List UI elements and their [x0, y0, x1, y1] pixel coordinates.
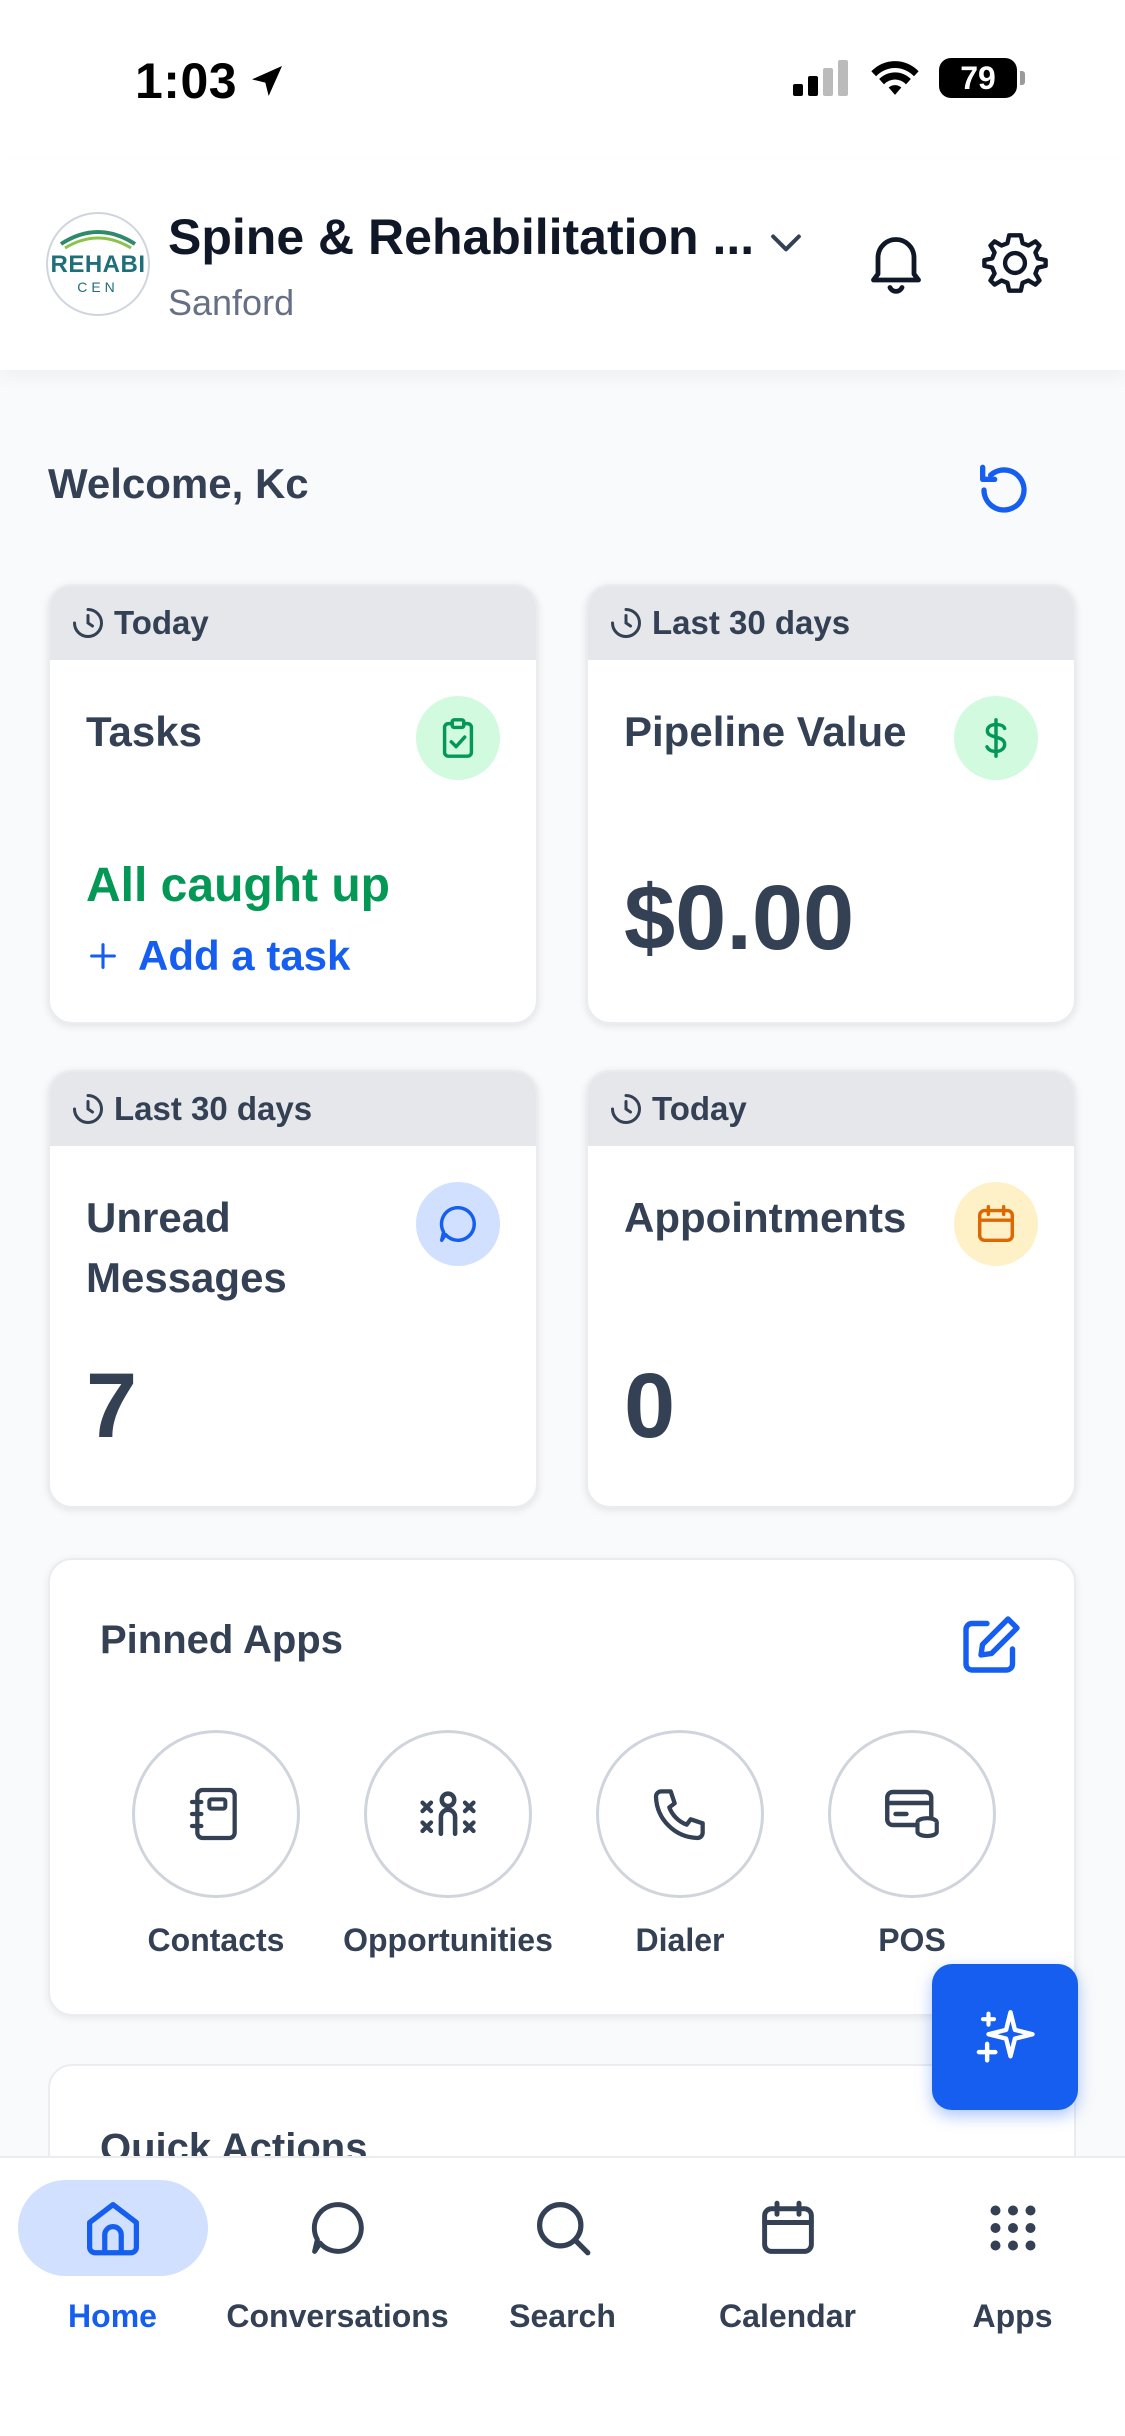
pipeline-value: $0.00 [624, 867, 855, 969]
battery-level: 79 [960, 59, 996, 96]
period-label: Last 30 days [652, 604, 851, 641]
clock-history-icon [611, 608, 641, 638]
section-title: Pinned Apps [100, 1618, 343, 1662]
unread-messages-card[interactable]: Last 30 days Unread Messages 7 [48, 1070, 538, 1508]
clock-history-icon [611, 1094, 641, 1124]
card-title: Tasks [86, 708, 202, 755]
business-location: Sanford [168, 282, 295, 323]
card-title: Appointments [624, 1194, 907, 1241]
tab-icon-pill[interactable] [918, 2180, 1108, 2276]
card-period: Today [588, 1072, 1074, 1146]
app-label: Dialer [635, 1922, 725, 1958]
status-bar: 1:03 79 [0, 0, 1125, 160]
contacts-book-icon [189, 1787, 237, 1841]
location-arrow-icon [252, 66, 283, 96]
period-label: Last 30 days [114, 1090, 313, 1127]
tasks-status: All caught up [86, 859, 390, 912]
tab-label: Conversations [226, 2298, 449, 2334]
opportunities-icon [420, 1791, 476, 1837]
status-time: 1:03 [135, 52, 287, 110]
tab-icon-pill[interactable] [17, 2180, 208, 2276]
logo-subtext: CEN [77, 279, 119, 295]
tab-conversations[interactable]: Conversations [225, 2180, 450, 2335]
logo-text: REHABI [50, 251, 146, 278]
pinned-app-contacts[interactable]: Contacts [106, 1730, 326, 1959]
tab-label: Search [509, 2298, 616, 2334]
card-title: Pipeline Value [624, 708, 907, 755]
app-label: POS [878, 1922, 946, 1958]
tab-calendar[interactable]: Calendar [675, 2180, 900, 2335]
app-icon-circle[interactable] [596, 1730, 764, 1898]
app-header: REHABI CEN Spine & Rehabilitation ... Sa… [0, 160, 1125, 370]
tab-label: Calendar [719, 2298, 856, 2334]
pinned-app-opportunities[interactable]: Opportunities [338, 1730, 558, 1959]
time-text: 1:03 [135, 53, 238, 109]
pinned-apps-section: Pinned Apps Contacts Opportunities Diale… [48, 1558, 1076, 2016]
tab-search[interactable]: Search [450, 2180, 675, 2335]
bottom-tab-bar: Home Conversations Search Calendar Apps [0, 2156, 1125, 2436]
period-label: Today [114, 604, 209, 641]
tab-icon-pill[interactable] [468, 2180, 658, 2276]
pinned-app-dialer[interactable]: Dialer [570, 1730, 790, 1959]
add-task-label: Add a task [138, 932, 351, 979]
card-period: Today [50, 586, 536, 660]
tab-apps[interactable]: Apps [900, 2180, 1125, 2335]
dollar-svg [985, 718, 1007, 758]
calendar-svg [977, 1205, 1015, 1243]
pos-icon [885, 1789, 939, 1839]
home-icon [86, 2202, 139, 2256]
app-label: Contacts [147, 1922, 285, 1958]
welcome-text: Welcome, Kc [48, 460, 309, 507]
message-svg [439, 1205, 476, 1243]
phone-icon [653, 1789, 705, 1841]
app-icon-circle[interactable] [828, 1730, 996, 1898]
pinned-app-pos[interactable]: POS [802, 1730, 1022, 1959]
clipboard-check-icon [416, 696, 500, 780]
business-logo[interactable]: REHABI CEN [46, 212, 150, 316]
period-label: Today [652, 1090, 747, 1127]
calendar-icon [761, 2200, 814, 2254]
app-label: Opportunities [343, 1922, 553, 1958]
wifi-icon [871, 61, 919, 95]
app-icon-circle[interactable] [364, 1730, 532, 1898]
battery-indicator: 79 [939, 58, 1025, 98]
unread-messages-value: 7 [86, 1355, 138, 1457]
calendar-icon [954, 1182, 1038, 1266]
tab-label: Home [68, 2298, 157, 2334]
dollar-icon [954, 696, 1038, 780]
gear-icon[interactable] [980, 228, 1050, 298]
status-icons: 79 [793, 58, 1025, 98]
tab-home[interactable]: Home [0, 2180, 225, 2335]
tab-icon-pill[interactable] [693, 2180, 883, 2276]
edit-icon[interactable] [954, 1610, 1026, 1682]
clock-history-icon [73, 608, 103, 638]
sparkles-icon [976, 2010, 1035, 2063]
signal-icon [793, 60, 848, 96]
bell-icon[interactable] [860, 226, 932, 298]
search-icon [536, 2202, 590, 2256]
pipeline-value-card[interactable]: Last 30 days Pipeline Value $0.00 [586, 584, 1076, 1024]
grid-dots-icon [990, 2205, 1035, 2251]
appointments-value: 0 [624, 1355, 676, 1457]
card-period: Last 30 days [50, 1072, 536, 1146]
appointments-card[interactable]: Today Appointments 0 [586, 1070, 1076, 1508]
ai-assistant-button[interactable] [932, 1964, 1078, 2110]
chevron-down-icon[interactable] [764, 220, 808, 264]
clipboard-svg [442, 718, 474, 758]
tasks-card[interactable]: Today Tasks All caught up Add a task [48, 584, 538, 1024]
plus-icon [90, 943, 116, 969]
clock-history-icon [73, 1094, 103, 1124]
logo-wave-icon [59, 230, 137, 250]
app-icon-circle[interactable] [132, 1730, 300, 1898]
add-task-button[interactable]: Add a task [86, 932, 350, 980]
refresh-icon[interactable] [972, 458, 1036, 522]
message-bubble-icon [416, 1182, 500, 1266]
card-period: Last 30 days [588, 586, 1074, 660]
tab-label: Apps [972, 2298, 1053, 2334]
tab-icon-pill[interactable] [243, 2180, 433, 2276]
business-name[interactable]: Spine & Rehabilitation ... [168, 208, 754, 266]
card-title: Unread Messages [86, 1194, 287, 1301]
chat-bubble-icon [311, 2202, 364, 2254]
